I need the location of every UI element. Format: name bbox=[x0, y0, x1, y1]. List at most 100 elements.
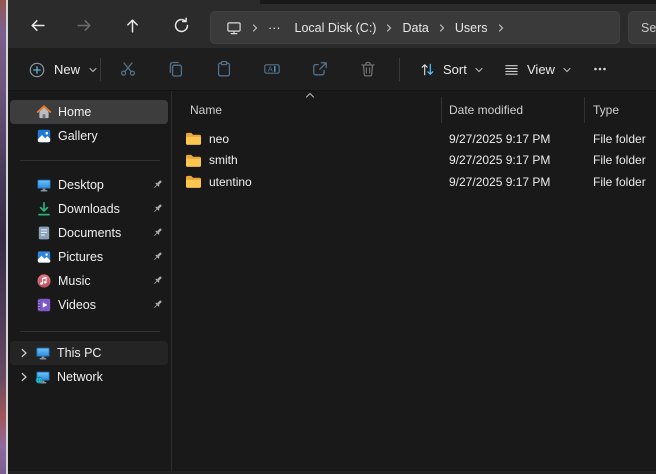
toolbar-separator bbox=[100, 58, 101, 81]
sort-button-label: Sort bbox=[443, 62, 467, 77]
pin-icon bbox=[151, 226, 164, 239]
up-arrow-icon bbox=[124, 17, 141, 34]
sidebar-item-label: Downloads bbox=[58, 202, 120, 216]
rename-icon: A bbox=[263, 60, 281, 78]
breadcrumb-overflow[interactable]: ··· bbox=[261, 18, 288, 38]
delete-button[interactable] bbox=[351, 52, 385, 86]
sidebar-separator bbox=[20, 331, 160, 332]
breadcrumb-segment-users[interactable]: Users bbox=[448, 18, 495, 38]
pin-icon bbox=[151, 178, 164, 191]
pictures-icon bbox=[36, 249, 52, 265]
file-list-pane: Name Date modified Type neo 9/27/2025 9:… bbox=[172, 91, 656, 474]
file-row-smith[interactable]: smith 9/27/2025 9:17 PM File folder bbox=[172, 150, 656, 172]
breadcrumb-chevron-icon[interactable] bbox=[384, 23, 394, 33]
chevron-down-icon bbox=[562, 65, 572, 75]
file-explorer-window: ··· Local Disk (C:) Data Users Se New bbox=[8, 0, 656, 474]
forward-arrow-icon bbox=[76, 17, 93, 34]
trash-icon bbox=[359, 60, 377, 78]
share-button[interactable] bbox=[303, 52, 337, 86]
sidebar-item-pictures[interactable]: Pictures bbox=[10, 245, 168, 269]
refresh-icon bbox=[173, 17, 190, 34]
scissors-icon bbox=[119, 60, 137, 78]
sidebar-item-label: Music bbox=[58, 274, 91, 288]
file-name: utentino bbox=[209, 175, 252, 189]
file-name: neo bbox=[209, 132, 229, 146]
sidebar-item-music[interactable]: Music bbox=[10, 269, 168, 293]
file-date-modified: 9/27/2025 9:17 PM bbox=[442, 175, 585, 189]
sidebar-item-gallery[interactable]: Gallery bbox=[10, 124, 168, 148]
view-button[interactable]: View bbox=[494, 54, 581, 85]
file-name: smith bbox=[209, 153, 238, 167]
file-type: File folder bbox=[585, 175, 656, 189]
copy-icon bbox=[167, 60, 185, 78]
rename-button[interactable]: A bbox=[255, 52, 289, 86]
sidebar-item-label: Videos bbox=[58, 298, 96, 312]
sidebar-item-label: Gallery bbox=[58, 129, 98, 143]
toolbar-separator bbox=[399, 58, 400, 81]
breadcrumb-chevron-icon[interactable] bbox=[496, 23, 506, 33]
pin-icon bbox=[151, 274, 164, 287]
more-options-button[interactable] bbox=[583, 52, 617, 86]
sidebar-item-desktop[interactable]: Desktop bbox=[10, 173, 168, 197]
sort-button[interactable]: Sort bbox=[410, 54, 493, 85]
file-row-neo[interactable]: neo 9/27/2025 9:17 PM File folder bbox=[172, 128, 656, 150]
sidebar-item-label: Desktop bbox=[58, 178, 104, 192]
svg-text:A: A bbox=[268, 65, 273, 74]
sidebar-item-videos[interactable]: Videos bbox=[10, 293, 168, 317]
paste-button[interactable] bbox=[207, 52, 241, 86]
gallery-icon bbox=[36, 128, 52, 144]
pin-icon bbox=[151, 250, 164, 263]
clipboard-icon bbox=[215, 60, 233, 78]
sidebar-item-home[interactable]: Home bbox=[10, 100, 168, 124]
new-button[interactable]: New bbox=[18, 54, 108, 85]
column-header-name[interactable]: Name bbox=[172, 97, 442, 123]
column-headers: Name Date modified Type bbox=[172, 97, 656, 123]
share-icon bbox=[311, 60, 329, 78]
cut-button[interactable] bbox=[111, 52, 145, 86]
search-text: Se bbox=[641, 21, 656, 35]
sidebar-item-this-pc[interactable]: This PC bbox=[10, 341, 168, 365]
monitor-icon bbox=[226, 20, 242, 36]
forward-button[interactable] bbox=[68, 9, 100, 41]
sidebar-item-label: This PC bbox=[57, 346, 101, 360]
copy-button[interactable] bbox=[159, 52, 193, 86]
column-header-type[interactable]: Type bbox=[585, 97, 656, 123]
file-date-modified: 9/27/2025 9:17 PM bbox=[442, 153, 585, 167]
downloads-icon bbox=[36, 201, 52, 217]
pin-icon bbox=[151, 298, 164, 311]
breadcrumb-chevron-icon bbox=[250, 23, 260, 33]
back-button[interactable] bbox=[21, 9, 53, 41]
new-button-label: New bbox=[54, 62, 80, 77]
plus-circle-icon bbox=[28, 61, 46, 79]
file-rows: neo 9/27/2025 9:17 PM File folder smith … bbox=[172, 128, 656, 193]
pin-icon bbox=[151, 202, 164, 215]
sidebar-item-label: Documents bbox=[58, 226, 121, 240]
sidebar-item-documents[interactable]: Documents bbox=[10, 221, 168, 245]
breadcrumb-segment-data[interactable]: Data bbox=[395, 18, 435, 38]
sidebar-item-network[interactable]: Network bbox=[10, 365, 168, 389]
ellipsis-icon bbox=[591, 60, 609, 78]
sidebar-item-label: Network bbox=[57, 370, 103, 384]
explorer-body: Home Gallery Desktop bbox=[8, 91, 656, 474]
column-header-date-modified[interactable]: Date modified bbox=[442, 97, 585, 123]
documents-icon bbox=[36, 225, 52, 241]
home-icon bbox=[36, 104, 52, 120]
breadcrumb-chevron-icon[interactable] bbox=[437, 23, 447, 33]
breadcrumb-device[interactable] bbox=[219, 17, 249, 39]
refresh-button[interactable] bbox=[165, 9, 197, 41]
sidebar-item-label: Home bbox=[58, 105, 91, 119]
music-icon bbox=[36, 273, 52, 289]
address-bar[interactable]: ··· Local Disk (C:) Data Users bbox=[210, 11, 620, 44]
back-arrow-icon bbox=[29, 17, 46, 34]
network-icon bbox=[35, 369, 51, 385]
search-input[interactable]: Se bbox=[628, 11, 656, 44]
videos-icon bbox=[36, 297, 52, 313]
up-button[interactable] bbox=[116, 9, 148, 41]
expand-chevron-icon[interactable] bbox=[18, 347, 30, 359]
expand-chevron-icon[interactable] bbox=[18, 371, 30, 383]
file-row-utentino[interactable]: utentino 9/27/2025 9:17 PM File folder bbox=[172, 171, 656, 193]
file-type: File folder bbox=[585, 132, 656, 146]
folder-icon bbox=[185, 153, 202, 168]
sidebar-item-downloads[interactable]: Downloads bbox=[10, 197, 168, 221]
breadcrumb-segment-drive[interactable]: Local Disk (C:) bbox=[288, 18, 384, 38]
